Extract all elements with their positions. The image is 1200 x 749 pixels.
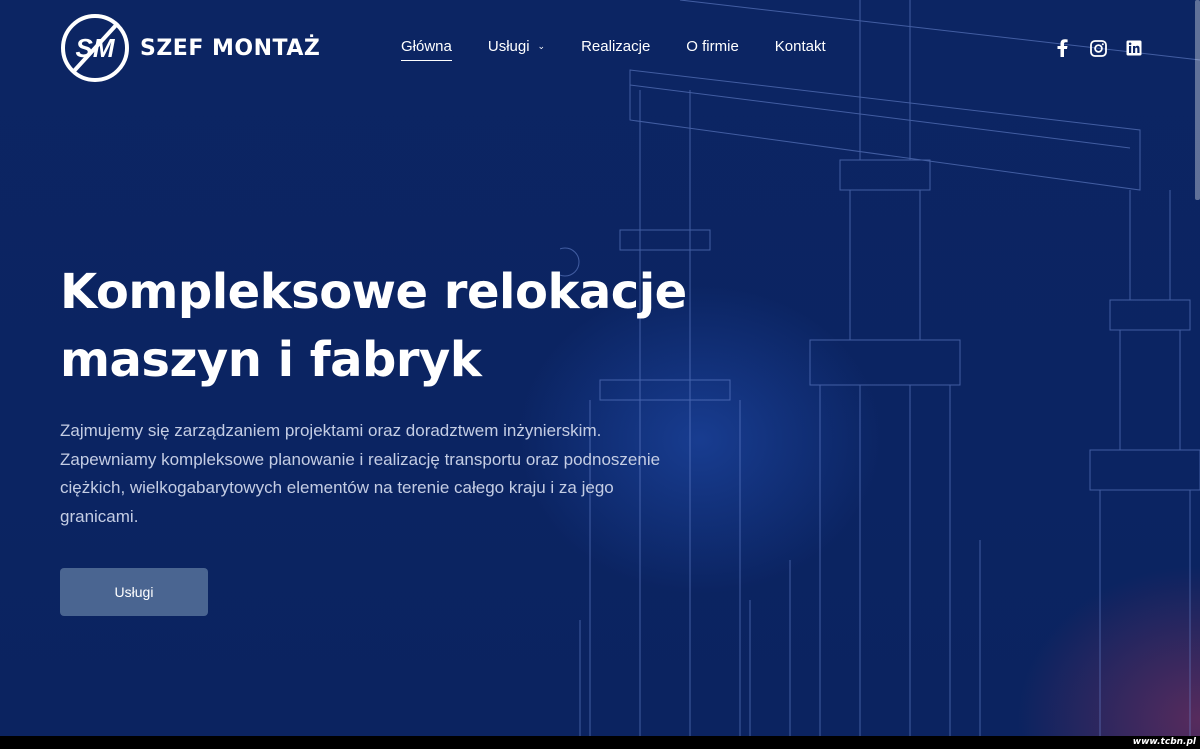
social-links [1052,38,1160,58]
nav-item-o-firmie[interactable]: O firmie [686,38,739,59]
nav-label: Główna [401,38,452,55]
site-logo[interactable]: SM SZEF MONTAŻ [60,13,320,83]
nav-item-glowna[interactable]: Główna [401,38,452,61]
instagram-icon[interactable] [1088,38,1108,58]
hero-headline: Kompleksowe relokacje maszyn i fabryk [60,258,700,394]
main-navigation: Główna Usługi ⌄ Realizacje O firmie Konta… [401,38,862,61]
hero-description: Zajmujemy się zarządzaniem projektami or… [60,421,661,526]
uslugi-button[interactable]: Usługi [60,568,208,616]
facebook-icon[interactable] [1052,38,1072,58]
nav-label: O firmie [686,38,739,55]
site-header: SM SZEF MONTAŻ Główna Usługi ⌄ Realizacje… [0,0,1200,96]
headline-line-1: Kompleksowe relokacje [60,264,687,320]
nav-item-realizacje[interactable]: Realizacje [581,38,650,59]
bottom-bar [0,736,1200,749]
brand-name: SZEF MONTAŻ [140,35,321,61]
nav-item-uslugi[interactable]: Usługi ⌄ [488,38,545,59]
headline-line-2: maszyn i fabryk [60,332,482,388]
nav-label: Kontakt [774,38,826,55]
nav-item-kontakt[interactable]: Kontakt [775,38,826,59]
nav-label: Realizacje [581,38,651,55]
chevron-down-icon: ⌄ [537,41,546,51]
logo-mark-icon: SM [61,14,129,82]
watermark: www.tcbn.pl [1132,737,1196,747]
svg-text:SM: SM [76,33,116,63]
linkedin-icon[interactable] [1124,38,1144,58]
nav-label: Usługi [487,38,530,55]
